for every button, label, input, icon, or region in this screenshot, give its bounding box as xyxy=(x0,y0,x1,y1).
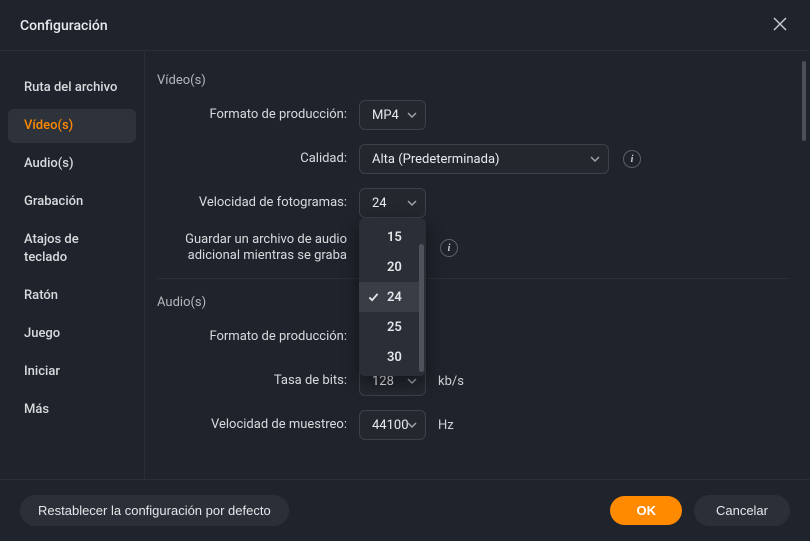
sidebar-item-more[interactable]: Más xyxy=(8,393,136,427)
unit-bitrate: kb/s xyxy=(438,374,464,389)
dropdown-item-label: 15 xyxy=(387,230,402,245)
sidebar-item-file-path[interactable]: Ruta del archivo xyxy=(8,71,136,105)
label-audio-format: Formato de producción: xyxy=(151,329,359,345)
check-icon xyxy=(368,292,379,303)
chevron-down-icon xyxy=(407,110,417,120)
window-body: Ruta del archivo Vídeo(s) Audio(s) Grabació… xyxy=(0,51,810,479)
unit-samplerate: Hz xyxy=(438,418,454,433)
sidebar-item-mouse[interactable]: Ratón xyxy=(8,279,136,313)
row-fps: Velocidad de fotogramas: 24 1520242530 xyxy=(151,188,790,218)
sidebar-item-audios[interactable]: Audio(s) xyxy=(8,147,136,181)
row-samplerate: Velocidad de muestreo: 44100 Hz xyxy=(151,410,790,440)
info-icon[interactable]: i xyxy=(623,150,641,168)
dropdown-item-label: 20 xyxy=(387,260,402,275)
dropdown-fps[interactable]: 15 20 24 25 30 xyxy=(359,218,426,376)
chevron-down-icon xyxy=(407,420,417,430)
info-icon[interactable]: i xyxy=(440,239,458,257)
reset-defaults-button[interactable]: Restablecer la configuración por defecto xyxy=(20,495,289,526)
dropdown-scrollbar-thumb[interactable] xyxy=(419,244,424,372)
section-divider xyxy=(157,278,790,279)
select-video-format[interactable]: MP4 xyxy=(359,100,426,130)
row-bitrate: Tasa de bits: 128 kb/s xyxy=(151,366,790,396)
label-samplerate: Velocidad de muestreo: xyxy=(151,417,359,433)
footer: Restablecer la configuración por defecto… xyxy=(0,479,810,541)
sidebar-item-shortcuts[interactable]: Atajos de teclado xyxy=(8,223,136,275)
dropdown-item-label: 24 xyxy=(387,290,402,305)
sidebar-item-recording[interactable]: Grabación xyxy=(8,185,136,219)
select-value: 24 xyxy=(372,196,387,211)
titlebar: Configuración xyxy=(0,0,810,51)
select-quality[interactable]: Alta (Predeterminada) xyxy=(359,144,609,174)
dropdown-item-fps-25[interactable]: 25 xyxy=(359,312,419,342)
label-fps: Velocidad de fotogramas: xyxy=(151,195,359,211)
label-extra-audio: Guardar un archivo de audio adicional mi… xyxy=(151,232,359,264)
content-scroll[interactable]: Vídeo(s) Formato de producción: MP4 Cali… xyxy=(145,51,810,479)
section-title-video: Vídeo(s) xyxy=(157,73,790,88)
dropdown-item-label: 30 xyxy=(387,350,402,365)
dropdown-item-label: 25 xyxy=(387,320,402,335)
label-quality: Calidad: xyxy=(151,151,359,167)
select-value: Alta (Predeterminada) xyxy=(372,152,500,167)
chevron-down-icon xyxy=(590,154,600,164)
ok-button[interactable]: OK xyxy=(610,496,682,525)
row-video-format: Formato de producción: MP4 xyxy=(151,100,790,130)
settings-window: Configuración Ruta del archivo Vídeo(s) Au… xyxy=(0,0,810,541)
dropdown-item-fps-30[interactable]: 30 xyxy=(359,342,419,372)
window-title: Configuración xyxy=(20,18,108,34)
select-samplerate[interactable]: 44100 xyxy=(359,410,426,440)
row-extra-audio: Guardar un archivo de audio adicional mi… xyxy=(151,232,790,264)
chevron-down-icon xyxy=(407,376,417,386)
select-value: MP4 xyxy=(372,108,399,123)
sidebar: Ruta del archivo Vídeo(s) Audio(s) Grabació… xyxy=(0,51,145,479)
chevron-down-icon xyxy=(407,198,417,208)
label-video-format: Formato de producción: xyxy=(151,107,359,123)
row-quality: Calidad: Alta (Predeterminada) i xyxy=(151,144,790,174)
select-fps[interactable]: 24 xyxy=(359,188,426,218)
close-button[interactable] xyxy=(770,16,790,36)
dropdown-item-fps-24[interactable]: 24 xyxy=(359,282,419,312)
dropdown-item-fps-15[interactable]: 15 xyxy=(359,222,419,252)
select-value: 44100 xyxy=(372,418,409,433)
sidebar-item-startup[interactable]: Iniciar xyxy=(8,355,136,389)
dropdown-item-fps-20[interactable]: 20 xyxy=(359,252,419,282)
section-title-audio: Audio(s) xyxy=(157,295,790,310)
label-bitrate: Tasa de bits: xyxy=(151,373,359,389)
cancel-button[interactable]: Cancelar xyxy=(694,495,790,526)
sidebar-item-videos[interactable]: Vídeo(s) xyxy=(8,109,136,143)
row-audio-format: Formato de producción: MP3 xyxy=(151,322,790,352)
close-icon xyxy=(773,17,787,35)
content-scrollbar-thumb[interactable] xyxy=(802,61,806,141)
dropdown-fps-list: 15 20 24 25 30 xyxy=(359,222,419,372)
dropdown-scrollbar[interactable] xyxy=(419,222,424,372)
sidebar-item-game[interactable]: Juego xyxy=(8,317,136,351)
content-wrap: Vídeo(s) Formato de producción: MP4 Cali… xyxy=(145,51,810,479)
